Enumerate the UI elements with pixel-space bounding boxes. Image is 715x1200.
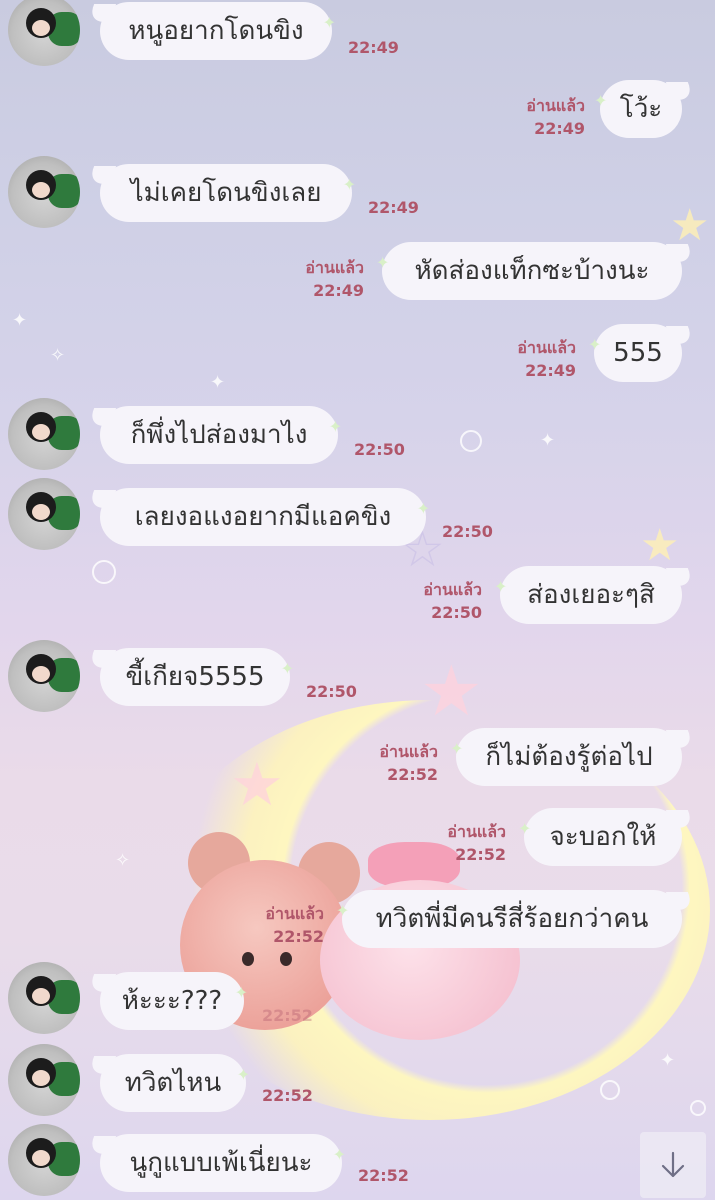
message-bubble-outgoing[interactable]: ✦ 555 [588, 324, 682, 382]
bubble-decoration [92, 560, 116, 584]
scroll-to-bottom-button[interactable] [640, 1132, 706, 1198]
read-receipt: อ่านแล้ว [517, 338, 576, 357]
contact-avatar[interactable] [8, 640, 80, 712]
message-meta: อ่านแล้ว 22:52 [426, 820, 506, 866]
message-text: ก็ไม่ต้องรู้ต่อไป [485, 742, 653, 772]
message-bubble-outgoing[interactable]: ✦ หัดส่องแท็กซะบ้างนะ [376, 242, 682, 300]
contact-avatar[interactable] [8, 1044, 80, 1116]
contact-avatar[interactable] [8, 398, 80, 470]
sparkle-icon: ✧ [50, 345, 66, 366]
read-receipt: อ่านแล้ว [305, 258, 364, 277]
read-receipt: อ่านแล้ว [447, 822, 506, 841]
message-time: 22:50 [442, 522, 493, 541]
message-time: 22:49 [348, 38, 399, 57]
sparkle-icon: ✦ [494, 577, 508, 596]
contact-avatar[interactable] [8, 962, 80, 1034]
message-bubble-outgoing[interactable]: ✦ ก็ไม่ต้องรู้ต่อไป [450, 728, 682, 786]
message-meta: อ่านแล้ว 22:50 [402, 578, 482, 624]
sparkle-icon: ✧ [115, 850, 131, 871]
message-time: 22:52 [262, 1086, 313, 1105]
sparkle-icon: ✦ [376, 253, 390, 272]
message-time: 22:52 [455, 845, 506, 864]
message-time: 22:49 [313, 281, 364, 300]
message-time: 22:52 [273, 927, 324, 946]
message-bubble-outgoing[interactable]: ✦ โว้ะ [594, 80, 682, 138]
message-time: 22:52 [262, 1006, 313, 1025]
message-meta: อ่านแล้ว 22:49 [284, 256, 364, 302]
message-bubble-incoming[interactable]: ✦ นูกูแบบเพ้เนี่ยนะ [100, 1134, 346, 1192]
read-receipt: อ่านแล้ว [379, 742, 438, 761]
contact-avatar[interactable] [8, 478, 80, 550]
message-text: หัดส่องแท็กซะบ้างนะ [414, 256, 650, 286]
sparkle-icon: ✦ [234, 983, 248, 1002]
star-decoration: ★ [230, 750, 284, 820]
read-receipt: อ่านแล้ว [423, 580, 482, 599]
message-text: ทวิตไหน [124, 1068, 222, 1098]
message-bubble-outgoing[interactable]: ✦ ทวิตพี่มีคนรีสี่ร้อยกว่าคน [336, 890, 682, 948]
bubble-decoration [600, 1080, 620, 1100]
message-time: 22:50 [306, 682, 357, 701]
message-time: 22:52 [358, 1166, 409, 1185]
message-bubble-incoming[interactable]: ✦ ขี้เกียจ5555 [100, 648, 294, 706]
bubble-decoration [460, 430, 482, 452]
message-time: 22:49 [534, 119, 585, 138]
message-text: เลยงอแงอยากมีแอคขิง [134, 502, 392, 532]
message-bubble-outgoing[interactable]: ✦ จะบอกให้ [518, 808, 682, 866]
sparkle-icon: ✦ [236, 1065, 250, 1084]
message-time: 22:49 [368, 198, 419, 217]
message-text: โว้ะ [619, 94, 663, 124]
sparkle-icon: ✦ [332, 1145, 346, 1164]
message-text: ขี้เกียจ5555 [125, 662, 265, 692]
star-decoration: ★ [640, 520, 680, 571]
plush-ear [298, 842, 360, 904]
message-bubble-incoming[interactable]: ✦ ไม่เคยโดนขิงเลย [100, 164, 356, 222]
message-time: 22:50 [354, 440, 405, 459]
message-bubble-incoming[interactable]: ✦ เลยงอแงอยากมีแอคขิง [100, 488, 430, 546]
bubble-decoration [690, 1100, 706, 1116]
sparkle-icon: ✦ [280, 659, 294, 678]
sparkle-icon: ✦ [660, 1050, 676, 1071]
plush-eye [280, 952, 292, 966]
message-meta: อ่านแล้ว 22:52 [358, 740, 438, 786]
sparkle-icon: ✦ [328, 417, 342, 436]
read-receipt: อ่านแล้ว [265, 904, 324, 923]
message-meta: อ่านแล้ว 22:52 [244, 902, 324, 948]
contact-avatar[interactable] [8, 1124, 80, 1196]
message-bubble-incoming[interactable]: ✦ หนูอยากโดนขิง [100, 2, 336, 60]
sparkle-icon: ✦ [336, 901, 350, 920]
sparkle-icon: ✦ [594, 91, 608, 110]
message-bubble-outgoing[interactable]: ✦ ส่องเยอะๆสิ [494, 566, 682, 624]
message-time: 22:49 [525, 361, 576, 380]
message-bubble-incoming[interactable]: ✦ ห้ะะะ??? [100, 972, 248, 1030]
message-text: จะบอกให้ [549, 822, 657, 852]
contact-avatar[interactable] [8, 156, 80, 228]
message-time: 22:52 [387, 765, 438, 784]
sparkle-icon: ✦ [12, 310, 28, 331]
message-meta: อ่านแล้ว 22:49 [496, 336, 576, 382]
sparkle-icon: ✦ [588, 335, 602, 354]
message-text: ส่องเยอะๆสิ [527, 580, 655, 610]
plush-ear [188, 832, 250, 894]
message-text: นูกูแบบเพ้เนี่ยนะ [129, 1148, 313, 1178]
sparkle-icon: ✦ [416, 499, 430, 518]
message-bubble-incoming[interactable]: ✦ ทวิตไหน [100, 1054, 250, 1112]
sparkle-icon: ✦ [518, 819, 532, 838]
message-text: ไม่เคยโดนขิงเลย [130, 178, 322, 208]
contact-avatar[interactable] [8, 0, 80, 66]
message-bubble-incoming[interactable]: ✦ ก็พึ่งไปส่องมาไง [100, 406, 342, 464]
read-receipt: อ่านแล้ว [526, 96, 585, 115]
message-time: 22:50 [431, 603, 482, 622]
message-text: ห้ะะะ??? [121, 986, 223, 1016]
message-text: หนูอยากโดนขิง [128, 16, 304, 46]
message-text: ก็พึ่งไปส่องมาไง [130, 420, 308, 450]
sparkle-icon: ✦ [322, 13, 336, 32]
sparkle-icon: ✦ [540, 430, 556, 451]
message-text: ทวิตพี่มีคนรีสี่ร้อยกว่าคน [375, 904, 649, 934]
message-meta: อ่านแล้ว 22:49 [505, 94, 585, 140]
arrow-down-icon [661, 1151, 685, 1178]
message-text: 555 [613, 338, 663, 368]
sparkle-icon: ✦ [450, 739, 464, 758]
sparkle-icon: ✦ [342, 175, 356, 194]
sparkle-icon: ✦ [210, 372, 226, 393]
